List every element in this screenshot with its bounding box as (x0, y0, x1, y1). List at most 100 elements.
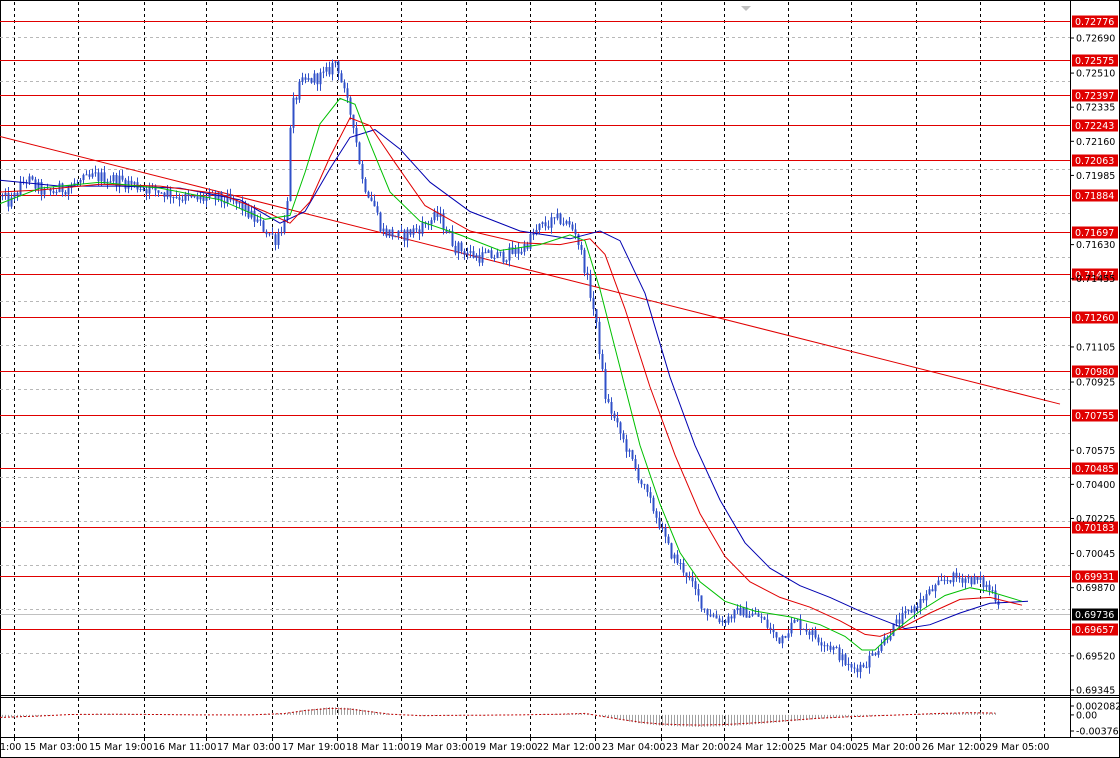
candle-body (475, 254, 478, 258)
candle-body (85, 174, 88, 176)
candle-body (310, 78, 313, 83)
candle-body (949, 580, 952, 583)
candle-body (892, 623, 895, 636)
candle-body (55, 192, 58, 194)
candle-body (400, 230, 403, 232)
candle-body (616, 418, 619, 423)
candle-body (784, 636, 787, 638)
ma-fast-line (0, 97, 1023, 651)
time-label: 22 Mar 12:00 (537, 742, 600, 753)
candle-body (640, 480, 643, 485)
candle-body (922, 599, 925, 601)
candle-body (196, 195, 199, 200)
candle-body (421, 222, 424, 234)
candle-body (667, 536, 670, 544)
candle-body (205, 197, 208, 201)
candle-body (175, 197, 178, 199)
candle-body (517, 248, 520, 254)
candle-body (334, 61, 337, 63)
level-label: 0.70755 (1075, 411, 1114, 422)
grid (0, 0, 1120, 758)
candle-body (697, 589, 700, 596)
candle-body (709, 615, 712, 617)
candle-body (733, 610, 736, 619)
candle-body (991, 590, 994, 592)
candle-body (499, 251, 502, 253)
candle-body (913, 606, 916, 613)
candle-body (349, 97, 352, 115)
candle-body (418, 229, 421, 234)
candle-body (199, 196, 202, 200)
candle-body (994, 590, 997, 602)
candle-body (979, 577, 982, 580)
price-tick-label: 0.71455 (1076, 274, 1115, 285)
candle-body (853, 667, 856, 669)
candle-body (937, 580, 940, 585)
time-label: 17 Mar 19:00 (282, 742, 345, 753)
candle-body (193, 195, 196, 198)
candle-body (487, 250, 490, 254)
candle-body (568, 221, 571, 225)
candle-body (286, 201, 289, 220)
candle-body (19, 181, 22, 196)
candle-body (208, 192, 211, 198)
candle-body (412, 228, 415, 235)
candle-body (490, 250, 493, 258)
current-price-label: 0.69736 (1075, 610, 1114, 621)
candle-body (637, 467, 640, 481)
candle-body (295, 97, 298, 100)
price-chart[interactable]: 0.72776 0.72575 0.72397 0.72243 0.72063 0.718… (0, 0, 1120, 758)
time-label: 18 Mar 11:00 (346, 742, 409, 753)
candle-body (625, 439, 628, 452)
candle-body (706, 609, 709, 616)
candle-body (184, 193, 187, 201)
candle-body (919, 599, 922, 609)
candle-body (739, 607, 742, 616)
price-tick-label: 0.70925 (1076, 378, 1115, 389)
price-tick-label: 0.71105 (1076, 342, 1115, 353)
candle-body (811, 630, 814, 635)
candle-body (163, 192, 166, 197)
candle-body (985, 584, 988, 588)
candle-body (631, 450, 634, 460)
candle-body (763, 617, 766, 620)
candle-body (841, 654, 844, 661)
candle-body (598, 321, 601, 354)
candle-body (574, 229, 577, 235)
candles (1, 59, 1000, 679)
time-label: 19 Mar 03:00 (410, 742, 473, 753)
candle-body (907, 609, 910, 612)
osc-tick-label: 0.00 (1076, 710, 1097, 721)
candle-body (634, 459, 637, 468)
candle-body (904, 611, 907, 614)
time-label: 23 Mar 04:00 (602, 742, 665, 753)
candle-body (484, 252, 487, 254)
shift-marker-icon (741, 6, 751, 11)
candle-body (661, 527, 664, 529)
candle-body (610, 401, 613, 414)
candle-body (394, 236, 397, 238)
horizontal-levels: 0.72776 0.72575 0.72397 0.72243 0.72063 0.718… (0, 15, 1118, 636)
candle-body (514, 248, 517, 254)
candle-body (823, 645, 826, 647)
candle-body (664, 527, 667, 537)
candle-body (607, 398, 610, 402)
candle-body (898, 619, 901, 624)
candle-body (91, 173, 94, 177)
candle-body (820, 642, 823, 646)
candle-body (541, 222, 544, 224)
price-tick-label: 0.72160 (1076, 137, 1115, 148)
candle-body (736, 607, 739, 611)
candle-body (952, 572, 955, 583)
candle-body (628, 450, 631, 452)
candle-body (583, 249, 586, 273)
candle-body (970, 577, 973, 585)
candle-body (682, 563, 685, 573)
candle-body (826, 645, 829, 647)
candle-body (601, 353, 604, 370)
candle-body (865, 666, 868, 668)
candle-body (715, 615, 718, 619)
price-tick-label: 0.72690 (1076, 34, 1115, 45)
candle-body (403, 230, 406, 241)
ma-slow-line (0, 129, 1029, 630)
